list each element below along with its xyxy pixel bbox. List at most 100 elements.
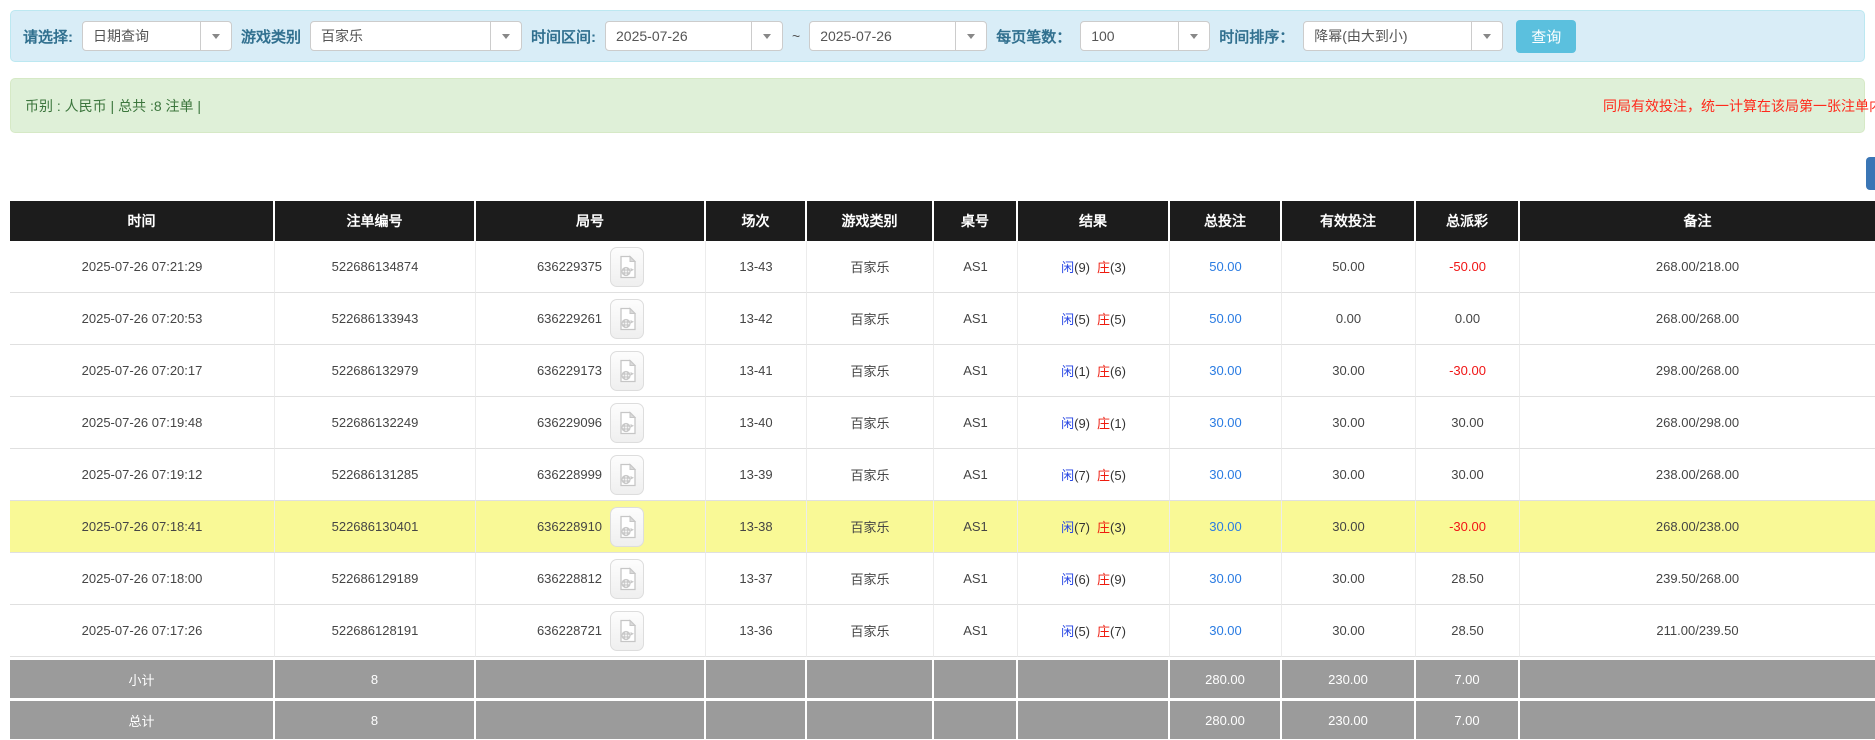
time-sort-value: 降幂(由大到小) bbox=[1304, 26, 1471, 46]
total-bet-link[interactable]: 30.00 bbox=[1209, 467, 1242, 482]
video-replay-button[interactable] bbox=[610, 351, 644, 391]
time-sort-label: 时间排序： bbox=[1219, 26, 1294, 47]
total-bet-link[interactable]: 30.00 bbox=[1209, 415, 1242, 430]
result-banker-label: 庄 bbox=[1097, 520, 1110, 535]
summary-cell bbox=[1520, 657, 1875, 698]
per-page-select[interactable]: 100 bbox=[1080, 21, 1210, 51]
cell-table-no: AS1 bbox=[934, 397, 1018, 449]
clipped-action-button[interactable] bbox=[1866, 157, 1875, 190]
date-from-select[interactable]: 2025-07-26 bbox=[605, 21, 783, 51]
cell-game-type: 百家乐 bbox=[807, 345, 934, 397]
video-replay-button[interactable] bbox=[610, 507, 644, 547]
date-to-value: 2025-07-26 bbox=[810, 28, 955, 44]
summary-cell: 230.00 bbox=[1282, 698, 1416, 739]
video-file-icon bbox=[618, 515, 637, 539]
result-player-score: (1) bbox=[1074, 364, 1090, 379]
summary-cell: 7.00 bbox=[1416, 657, 1520, 698]
game-type-select[interactable]: 百家乐 bbox=[310, 21, 522, 51]
cell-total-bet: 30.00 bbox=[1170, 553, 1282, 605]
table-header-row: 时间注单编号局号场次游戏类别桌号结果总投注有效投注总派彩备注 bbox=[10, 201, 1875, 241]
cell-result: 闲(7)庄(5) bbox=[1018, 449, 1170, 501]
total-bet-link[interactable]: 30.00 bbox=[1209, 363, 1242, 378]
cell-remark: 268.00/268.00 bbox=[1520, 293, 1875, 345]
game-type-label: 游戏类别 bbox=[241, 26, 301, 47]
result-banker-score: (1) bbox=[1110, 416, 1126, 431]
summary-cell bbox=[706, 698, 807, 739]
video-replay-button[interactable] bbox=[610, 403, 644, 443]
column-header: 备注 bbox=[1520, 201, 1875, 241]
column-header: 结果 bbox=[1018, 201, 1170, 241]
cell-payout: -50.00 bbox=[1416, 241, 1520, 293]
video-replay-button[interactable] bbox=[610, 611, 644, 651]
chevron-down-icon bbox=[490, 22, 521, 50]
cell-table-no: AS1 bbox=[934, 605, 1018, 657]
summary-cell bbox=[807, 698, 934, 739]
cell-total-bet: 50.00 bbox=[1170, 293, 1282, 345]
summary-cell: 280.00 bbox=[1170, 698, 1282, 739]
cell-game-type: 百家乐 bbox=[807, 501, 934, 553]
round-number: 636228999 bbox=[537, 467, 602, 482]
cell-bet-id: 522686128191 bbox=[275, 605, 476, 657]
video-replay-button[interactable] bbox=[610, 247, 644, 287]
cell-session: 13-40 bbox=[706, 397, 807, 449]
cell-result: 闲(1)庄(6) bbox=[1018, 345, 1170, 397]
total-bet-link[interactable]: 50.00 bbox=[1209, 311, 1242, 326]
cell-time: 2025-07-26 07:21:29 bbox=[10, 241, 275, 293]
round-number: 636228910 bbox=[537, 519, 602, 534]
summary-cell: 280.00 bbox=[1170, 657, 1282, 698]
search-button[interactable]: 查询 bbox=[1516, 20, 1576, 53]
cell-payout: 30.00 bbox=[1416, 397, 1520, 449]
total-bet-link[interactable]: 30.00 bbox=[1209, 623, 1242, 638]
video-replay-button[interactable] bbox=[610, 559, 644, 599]
cell-time: 2025-07-26 07:20:17 bbox=[10, 345, 275, 397]
time-sort-select[interactable]: 降幂(由大到小) bbox=[1303, 21, 1503, 51]
result-player-score: (9) bbox=[1074, 416, 1090, 431]
cell-round: 636228721 bbox=[476, 605, 706, 657]
column-header: 桌号 bbox=[934, 201, 1018, 241]
round-number: 636228812 bbox=[537, 571, 602, 586]
chevron-down-icon bbox=[1178, 22, 1209, 50]
result-player-score: (9) bbox=[1074, 260, 1090, 275]
result-player-score: (7) bbox=[1074, 468, 1090, 483]
cell-session: 13-39 bbox=[706, 449, 807, 501]
cell-session: 13-37 bbox=[706, 553, 807, 605]
video-replay-button[interactable] bbox=[610, 455, 644, 495]
result-banker-score: (3) bbox=[1110, 260, 1126, 275]
chevron-down-icon bbox=[751, 22, 782, 50]
cell-result: 闲(5)庄(5) bbox=[1018, 293, 1170, 345]
cell-bet-id: 522686129189 bbox=[275, 553, 476, 605]
chevron-down-icon bbox=[1471, 22, 1502, 50]
summary-cell bbox=[476, 698, 706, 739]
result-player-label: 闲 bbox=[1061, 572, 1074, 587]
video-file-icon bbox=[618, 307, 637, 331]
total-bet-link[interactable]: 30.00 bbox=[1209, 519, 1242, 534]
result-banker-label: 庄 bbox=[1097, 416, 1110, 431]
cell-payout: -30.00 bbox=[1416, 501, 1520, 553]
cell-table-no: AS1 bbox=[934, 449, 1018, 501]
column-header: 时间 bbox=[10, 201, 275, 241]
result-banker-score: (9) bbox=[1110, 572, 1126, 587]
cell-result: 闲(5)庄(7) bbox=[1018, 605, 1170, 657]
table-row: 2025-07-26 07:17:26 522686128191 6362287… bbox=[10, 605, 1875, 657]
chevron-down-icon bbox=[955, 22, 986, 50]
total-bet-link[interactable]: 50.00 bbox=[1209, 259, 1242, 274]
cell-valid-bet: 30.00 bbox=[1282, 397, 1416, 449]
round-number: 636229375 bbox=[537, 259, 602, 274]
video-replay-button[interactable] bbox=[610, 299, 644, 339]
result-banker-label: 庄 bbox=[1097, 468, 1110, 483]
summary-cell bbox=[476, 657, 706, 698]
result-banker-label: 庄 bbox=[1097, 364, 1110, 379]
query-type-value: 日期查询 bbox=[83, 26, 200, 46]
cell-valid-bet: 0.00 bbox=[1282, 293, 1416, 345]
result-player-label: 闲 bbox=[1061, 520, 1074, 535]
total-bet-link[interactable]: 30.00 bbox=[1209, 571, 1242, 586]
cell-remark: 239.50/268.00 bbox=[1520, 553, 1875, 605]
result-player-label: 闲 bbox=[1061, 312, 1074, 327]
cell-bet-id: 522686134874 bbox=[275, 241, 476, 293]
summary-cell bbox=[1018, 657, 1170, 698]
cell-payout: 28.50 bbox=[1416, 605, 1520, 657]
date-to-select[interactable]: 2025-07-26 bbox=[809, 21, 987, 51]
cell-result: 闲(7)庄(3) bbox=[1018, 501, 1170, 553]
query-type-select[interactable]: 日期查询 bbox=[82, 21, 232, 51]
game-type-value: 百家乐 bbox=[311, 26, 490, 46]
